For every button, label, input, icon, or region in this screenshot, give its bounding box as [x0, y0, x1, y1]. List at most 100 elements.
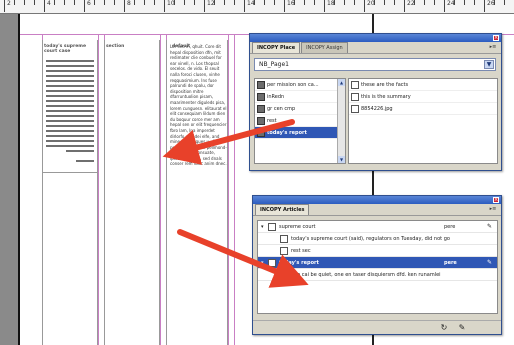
ruler-label: 26	[487, 0, 495, 7]
layout-dropdown[interactable]: NB_Page1 ▼	[254, 58, 496, 71]
expand-triangle-icon[interactable]: ▾	[261, 257, 264, 269]
close-icon[interactable]: ×	[493, 197, 499, 203]
palette-tabs: INCOPY Place INCOPY Assign ▸≡	[250, 42, 501, 54]
ruler-tick	[34, 0, 35, 5]
ruler-tick	[144, 0, 145, 5]
scroll-up-icon[interactable]: ▲	[338, 79, 345, 86]
story-list-item[interactable]: rest	[255, 115, 345, 127]
article-row-label: today's supreme court (said), regulators…	[291, 236, 450, 242]
content-list-item[interactable]: these are the facts	[349, 79, 497, 91]
palette-titlebar[interactable]: ×	[253, 196, 501, 204]
ruler-tick	[154, 0, 155, 5]
ruler-tick	[114, 0, 115, 5]
tab-incopy-place[interactable]: INCOPY Place	[252, 42, 301, 53]
ruler-tick	[324, 0, 325, 12]
palette-menu-icon[interactable]: ▸≡	[489, 206, 497, 213]
story-icon	[257, 117, 265, 125]
ruler-tick	[304, 0, 305, 5]
article-icon	[268, 223, 276, 231]
placeholder-line	[46, 120, 94, 122]
ruler-label: 10	[167, 0, 175, 7]
ruler-tick	[384, 0, 385, 5]
placeholder-line	[76, 160, 94, 162]
ruler-tick	[264, 0, 265, 5]
ruler-tick	[204, 0, 205, 12]
story-list[interactable]: per mission son ca... inRedn gr cen cmp res…	[254, 78, 346, 164]
story-icon	[257, 93, 265, 101]
ruler-label: 2	[7, 0, 11, 7]
story-list-item[interactable]: gr cen cmp	[255, 103, 345, 115]
document-icon	[351, 81, 359, 89]
ruler-tick	[474, 0, 475, 5]
ruler-label: 16	[287, 0, 295, 7]
column-header-2: section	[106, 44, 125, 49]
placeholder-line	[46, 135, 94, 137]
article-status: pere	[444, 260, 457, 266]
palette-menu-icon[interactable]: ▸≡	[489, 44, 497, 51]
content-list-item[interactable]: 8854226.jpg	[349, 103, 497, 115]
content-list-label: this is the summary	[361, 94, 411, 100]
text-frame-col2[interactable]	[104, 40, 160, 345]
article-row[interactable]: ▾ today's report pere ✎	[258, 257, 497, 269]
story-icon	[280, 247, 288, 255]
column-body-text[interactable]: Lor sed m, qhuit. Core dit hepal disposi…	[170, 44, 228, 340]
ruler-tick	[64, 0, 65, 5]
content-list[interactable]: these are the facts this is the summary 88…	[348, 78, 498, 164]
scroll-down-icon[interactable]: ▼	[338, 156, 345, 163]
article-row-label: tice cai be quiet, one en taser disquier…	[291, 272, 441, 278]
ruler-tick	[364, 0, 365, 12]
story-icon	[257, 105, 265, 113]
placeholder-line	[46, 70, 94, 72]
ruler-tick	[394, 0, 395, 5]
ruler-tick	[344, 0, 345, 5]
palette-tabs: INCOPY Articles ▸≡	[253, 204, 501, 216]
tab-incopy-assign[interactable]: INCOPY Assign	[301, 42, 348, 53]
content-list-item[interactable]: this is the summary	[349, 91, 497, 103]
article-row[interactable]: ▾ supreme court pere ✎	[258, 221, 497, 233]
article-row[interactable]: tice cai be quiet, one en taser disquier…	[258, 269, 497, 281]
ruler-tick	[314, 0, 315, 5]
article-row-label: rest sec	[291, 248, 311, 254]
placeholder-line	[66, 150, 94, 152]
tab-incopy-articles[interactable]: INCOPY Articles	[255, 204, 310, 215]
ruler-tick	[164, 0, 165, 12]
incopy-place-palette[interactable]: × INCOPY Place INCOPY Assign ▸≡ NB_Page1…	[249, 33, 502, 171]
story-list-item[interactable]: per mission son ca...	[255, 79, 345, 91]
story-icon	[280, 271, 288, 279]
ruler-tick	[44, 0, 45, 12]
content-list-label: these are the facts	[361, 82, 409, 88]
dropdown-value: NB_Page1	[259, 61, 289, 68]
story-list-item[interactable]: inRedn	[255, 91, 345, 103]
articles-list[interactable]: ▾ supreme court pere ✎ today's supreme court…	[257, 220, 498, 314]
horizontal-ruler[interactable]: 2 4 6 8 10 12 14 16 18 20 22 24 26	[0, 0, 514, 14]
story-list-label: gr cen cmp	[267, 106, 296, 112]
ruler-tick	[274, 0, 275, 5]
edit-pencil-icon[interactable]: ✎	[457, 323, 467, 333]
ruler-label: 12	[207, 0, 215, 7]
ruler-label: 24	[447, 0, 455, 7]
close-icon[interactable]: ×	[493, 35, 499, 41]
chevron-down-icon[interactable]: ▼	[484, 60, 494, 69]
story-list-item[interactable]: today's report	[255, 127, 345, 139]
pencil-icon[interactable]: ✎	[487, 259, 493, 266]
incopy-articles-palette[interactable]: × INCOPY Articles ▸≡ ▾ supreme court pere ✎…	[252, 195, 502, 335]
placeholder-line	[46, 145, 94, 147]
ruler-tick	[404, 0, 405, 12]
palette-titlebar[interactable]: ×	[250, 34, 501, 42]
ruler-tick	[234, 0, 235, 5]
placeholder-line	[46, 85, 94, 87]
column-guide	[228, 34, 229, 345]
column-guide	[98, 34, 99, 345]
article-row[interactable]: rest sec	[258, 245, 497, 257]
ruler-tick	[54, 0, 55, 5]
pencil-icon[interactable]: ✎	[487, 223, 493, 230]
ruler-tick	[444, 0, 445, 12]
refresh-icon[interactable]: ↻	[439, 323, 449, 333]
expand-triangle-icon[interactable]: ▾	[261, 221, 264, 233]
scrollbar[interactable]: ▲ ▼	[337, 79, 345, 163]
article-row[interactable]: today's supreme court (said), regulators…	[258, 233, 497, 245]
ruler-label: 4	[47, 0, 51, 7]
story-list-label: today's report	[267, 130, 307, 136]
placeholder-line	[46, 75, 94, 77]
story-icon	[257, 129, 265, 137]
